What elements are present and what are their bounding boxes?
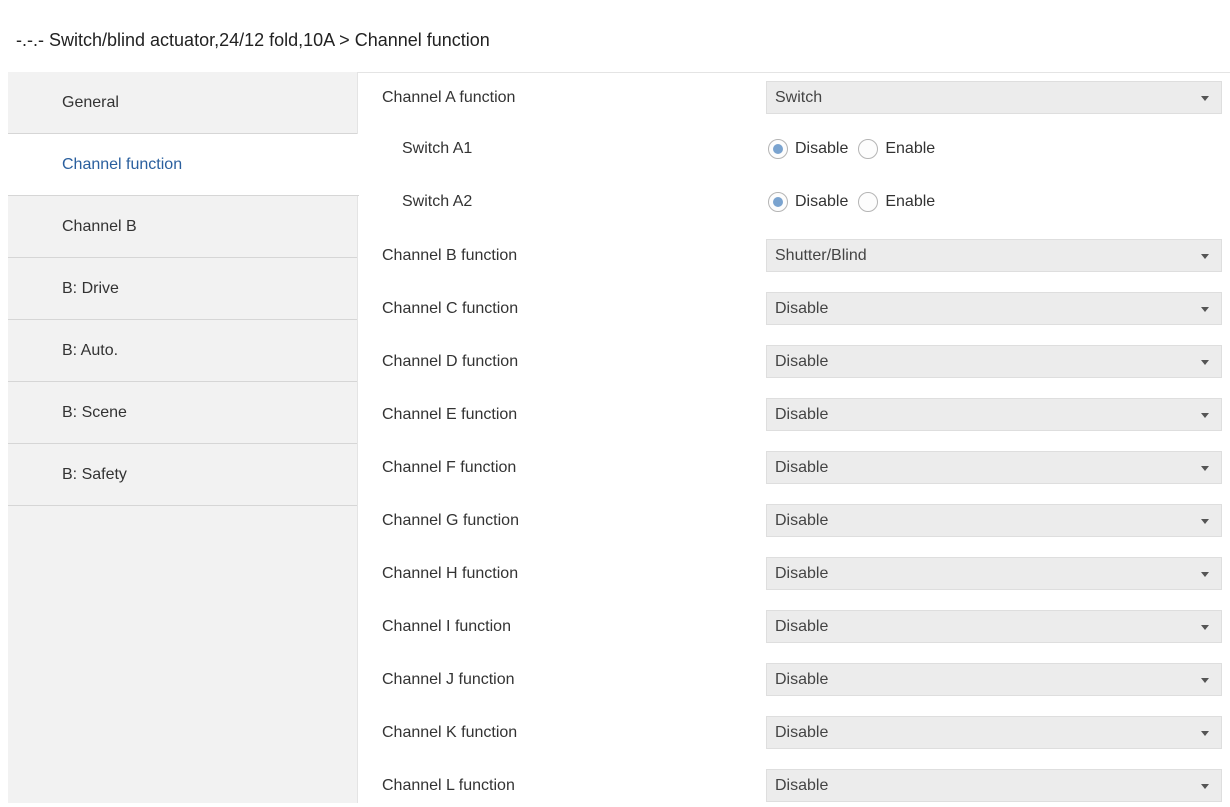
param-row-channel-f: Channel F function Disable [358,449,1230,489]
channel-f-function-dropdown[interactable]: Disable [766,451,1222,484]
switch-a1-radio-group: Disable Enable [768,136,945,162]
switch-a1-disable-label: Disable [795,140,849,157]
channel-g-function-dropdown[interactable]: Disable [766,504,1222,537]
channel-e-function-value: Disable [775,406,829,423]
sidebar-item-b-auto[interactable]: B: Auto. [8,320,357,382]
channel-d-function-label: Channel D function [382,353,519,370]
sidebar-item-channel-function[interactable]: Channel function [8,134,359,196]
channel-b-function-value: Shutter/Blind [775,247,867,264]
channel-e-function-label: Channel E function [382,406,518,423]
param-row-switch-a1: Switch A1 Disable Enable [358,130,1230,170]
radio-checked-icon [768,139,788,159]
channel-l-function-dropdown[interactable]: Disable [766,769,1222,802]
param-row-channel-g: Channel G function Disable [358,502,1230,542]
sidebar-item-channel-b[interactable]: Channel B [8,196,357,258]
switch-a1-enable-radio[interactable]: Enable [858,139,935,159]
chevron-down-icon [1201,784,1209,789]
window-title: -.-.- Switch/blind actuator,24/12 fold,1… [16,30,490,50]
sidebar-item-b-safety[interactable]: B: Safety [8,444,357,506]
channel-i-function-dropdown[interactable]: Disable [766,610,1222,643]
channel-g-function-value: Disable [775,512,829,529]
switch-a2-enable-label: Enable [885,193,936,210]
channel-c-function-label: Channel C function [382,300,519,317]
channel-f-function-label: Channel F function [382,459,517,476]
channel-c-function-value: Disable [775,300,829,317]
switch-a2-enable-radio[interactable]: Enable [858,192,935,212]
channel-h-function-label: Channel H function [382,565,519,582]
switch-a2-label: Switch A2 [402,193,473,210]
param-row-channel-j: Channel J function Disable [358,661,1230,701]
channel-e-function-dropdown[interactable]: Disable [766,398,1222,431]
switch-a1-enable-label: Enable [885,140,936,157]
radio-unchecked-icon [858,139,879,159]
chevron-down-icon [1201,572,1209,577]
channel-l-function-value: Disable [775,777,829,794]
channel-k-function-label: Channel K function [382,724,518,741]
chevron-down-icon [1201,360,1209,365]
chevron-down-icon [1201,625,1209,630]
switch-a2-disable-label: Disable [795,193,849,210]
switch-a1-label: Switch A1 [402,140,473,157]
channel-a-function-label: Channel A function [382,89,516,106]
chevron-down-icon [1201,254,1209,259]
channel-f-function-value: Disable [775,459,829,476]
sidebar-item-b-scene[interactable]: B: Scene [8,382,357,444]
channel-k-function-value: Disable [775,724,829,741]
param-row-channel-b: Channel B function Shutter/Blind [358,237,1230,277]
param-row-channel-c: Channel C function Disable [358,290,1230,330]
channel-i-function-value: Disable [775,618,829,635]
channel-i-function-label: Channel I function [382,618,511,635]
chevron-down-icon [1201,519,1209,524]
switch-a2-disable-radio[interactable]: Disable [768,192,848,212]
param-row-channel-d: Channel D function Disable [358,343,1230,383]
channel-g-function-label: Channel G function [382,512,519,529]
channel-c-function-dropdown[interactable]: Disable [766,292,1222,325]
channel-l-function-label: Channel L function [382,777,515,794]
channel-h-function-value: Disable [775,565,829,582]
channel-d-function-value: Disable [775,353,829,370]
sidebar-item-b-drive[interactable]: B: Drive [8,258,357,320]
channel-a-function-value: Switch [775,89,823,106]
chevron-down-icon [1201,731,1209,736]
param-row-channel-k: Channel K function Disable [358,714,1230,754]
channel-j-function-label: Channel J function [382,671,515,688]
sidebar-nav: General Channel function Channel B B: Dr… [8,72,359,506]
parameter-panel: Channel A function Switch Switch A1 Disa… [358,72,1230,803]
switch-a1-disable-radio[interactable]: Disable [768,139,848,159]
switch-a2-radio-group: Disable Enable [768,189,945,215]
channel-d-function-dropdown[interactable]: Disable [766,345,1222,378]
chevron-down-icon [1201,96,1209,101]
param-row-channel-l: Channel L function Disable [358,767,1230,807]
radio-checked-icon [768,192,788,212]
channel-b-function-label: Channel B function [382,247,518,264]
param-row-channel-i: Channel I function Disable [358,608,1230,648]
channel-b-function-dropdown[interactable]: Shutter/Blind [766,239,1222,272]
channel-a-function-dropdown[interactable]: Switch [766,81,1222,114]
chevron-down-icon [1201,307,1209,312]
param-row-channel-a: Channel A function Switch [358,79,1230,119]
sidebar: General Channel function Channel B B: Dr… [8,72,359,803]
param-row-switch-a2: Switch A2 Disable Enable [358,183,1230,223]
param-row-channel-h: Channel H function Disable [358,555,1230,595]
channel-k-function-dropdown[interactable]: Disable [766,716,1222,749]
chevron-down-icon [1201,413,1209,418]
param-row-channel-e: Channel E function Disable [358,396,1230,436]
chevron-down-icon [1201,678,1209,683]
channel-h-function-dropdown[interactable]: Disable [766,557,1222,590]
channel-j-function-value: Disable [775,671,829,688]
sidebar-item-general[interactable]: General [8,72,357,134]
chevron-down-icon [1201,466,1209,471]
channel-j-function-dropdown[interactable]: Disable [766,663,1222,696]
radio-unchecked-icon [858,192,879,212]
